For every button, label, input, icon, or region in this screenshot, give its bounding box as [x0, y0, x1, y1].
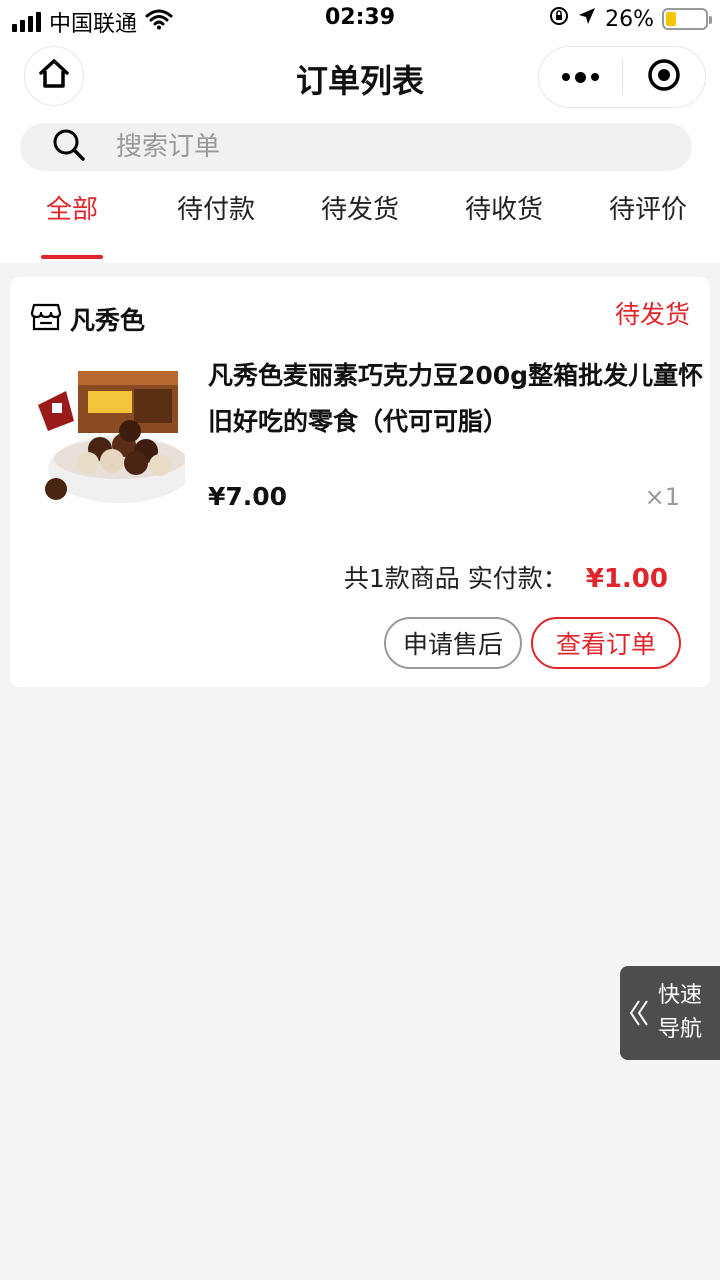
quick-nav-line1: 快速	[658, 983, 703, 1008]
tab-pending-shipment[interactable]: 待发货	[288, 171, 432, 263]
more-icon	[561, 73, 570, 81]
status-bar: 中国联通 02:39 26%	[0, 0, 720, 40]
product-price: ¥7.00	[208, 482, 288, 511]
order-card[interactable]: 凡秀色 待发货 凡秀色麦丽素巧克力豆200g整箱批发儿童怀旧好吃的零食（代可可脂…	[10, 277, 710, 687]
location-icon	[577, 6, 597, 32]
battery-percent: 26%	[605, 6, 654, 32]
order-status: 待发货	[614, 300, 690, 329]
product-image[interactable]	[30, 361, 185, 511]
search-icon	[52, 128, 86, 166]
tab-pending-receipt[interactable]: 待收货	[432, 171, 576, 263]
tab-all[interactable]: 全部	[0, 171, 144, 263]
paid-amount: ¥1.00	[585, 564, 668, 594]
quick-nav-button[interactable]: 快速 导航	[620, 966, 720, 1060]
summary-text: 共1款商品 实付款：	[343, 564, 568, 593]
tab-pending-review[interactable]: 待评价	[576, 171, 720, 263]
nav-bar: 订单列表	[0, 40, 720, 115]
search-input[interactable]	[116, 132, 616, 162]
product-quantity: ×1	[644, 483, 680, 511]
mini-program-capsule	[538, 46, 706, 108]
shop-header[interactable]: 凡秀色	[30, 301, 145, 337]
search-bar[interactable]	[20, 123, 692, 171]
close-button[interactable]	[623, 58, 706, 96]
battery-icon	[662, 8, 712, 30]
double-chevron-left-icon	[620, 998, 658, 1028]
target-icon	[647, 58, 681, 96]
search-area	[0, 115, 720, 171]
rotation-lock-icon	[549, 6, 569, 32]
more-button[interactable]	[539, 71, 622, 83]
quick-nav-label: 快速 导航	[658, 979, 702, 1047]
product-title[interactable]: 凡秀色麦丽素巧克力豆200g整箱批发儿童怀旧好吃的零食（代可可脂）	[208, 353, 708, 445]
header-area: 中国联通 02:39 26% 订单列表 搜索订单 全部 待付款 待发货 待收货 …	[0, 0, 720, 263]
order-tabs: 全部 待付款 待发货 待收货 待评价	[0, 171, 720, 263]
quick-nav-line2: 导航	[658, 1017, 703, 1042]
tab-pending-payment[interactable]: 待付款	[144, 171, 288, 263]
shop-icon	[30, 302, 62, 336]
after-sales-button[interactable]: 申请售后	[384, 617, 522, 669]
view-order-button[interactable]: 查看订单	[531, 617, 681, 669]
shop-name: 凡秀色	[70, 306, 146, 335]
status-right: 26%	[549, 6, 712, 32]
order-summary: 共1款商品 实付款： ¥1.00	[344, 559, 668, 595]
